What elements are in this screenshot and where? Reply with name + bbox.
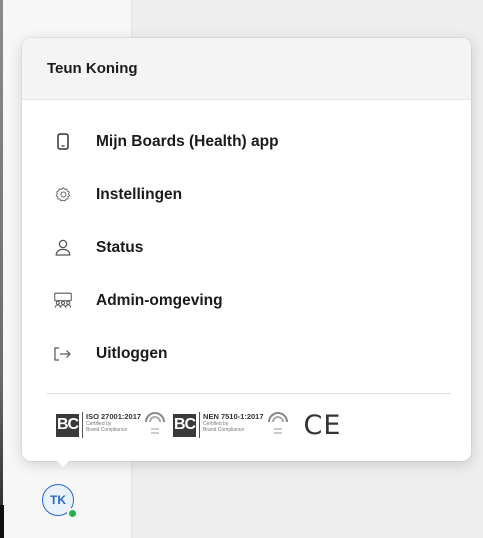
logout-icon [54,345,72,363]
cert-nen-7510: NEN 7510-1:2017 Certified by Brand Compl… [199,412,264,438]
user-menu: Teun Koning Mijn Boards (Health) app Ins… [22,38,471,461]
cert-line2: Brand Compliance [86,427,128,433]
menu-divider [47,393,451,394]
bc-logo: BC [56,413,79,437]
menu-item-boards-app[interactable]: Mijn Boards (Health) app [22,115,471,168]
menu-item-status[interactable]: Status [22,221,471,274]
user-name: Teun Koning [47,60,138,77]
phone-icon [54,133,72,151]
menu-item-logout[interactable]: Uitloggen [22,327,471,380]
sidebar-edge [0,0,3,538]
avatar-initials: TK [50,493,66,507]
user-menu-header: Teun Koning [22,38,471,100]
menu-item-label: Mijn Boards (Health) app [96,132,279,150]
online-status-dot [67,508,78,519]
menu-pointer [56,460,70,467]
bc-logo: BC [173,413,196,437]
cert-title: NEN 7510-1:2017 [203,412,264,421]
ce-mark: CE [303,409,342,441]
menu-item-admin[interactable]: Admin-omgeving [22,274,471,327]
menu-item-label: Instellingen [96,185,183,203]
user-icon [54,239,72,257]
gear-icon [54,186,72,204]
cert-iso-27001: ISO 27001:2017 Certified by Brand Compli… [82,412,141,438]
certification-badges: BC ISO 27001:2017 Certified by Brand Com… [56,408,451,442]
accreditation-mark-icon [267,412,288,434]
cert-title: ISO 27001:2017 [86,412,142,421]
cert-line2: Brand Compliance [203,427,245,433]
menu-item-label: Admin-omgeving [96,291,223,309]
accreditation-mark-icon [145,412,166,434]
menu-item-label: Status [96,238,144,256]
window-edge [0,505,4,538]
menu-item-label: Uitloggen [96,344,168,362]
user-menu-items: Mijn Boards (Health) app Instellingen St… [22,100,471,380]
users-icon [54,292,72,310]
menu-item-settings[interactable]: Instellingen [22,168,471,221]
